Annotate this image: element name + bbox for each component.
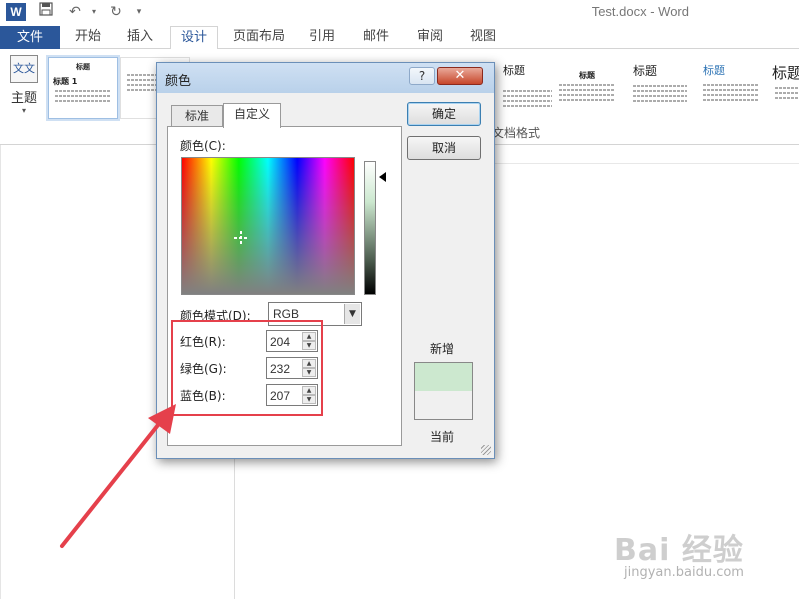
tab-layout[interactable]: 页面布局 (226, 26, 292, 49)
tab-view[interactable]: 视图 (461, 26, 505, 49)
new-color-label: 新增 (430, 342, 455, 356)
close-button[interactable]: ✕ (437, 67, 483, 85)
annotation-highlight-box (171, 320, 323, 416)
themes-icon: 文文 (10, 55, 38, 83)
chevron-down-icon: ▾ (21, 106, 26, 115)
cancel-button[interactable]: 取消 (407, 136, 481, 160)
current-color-swatch (415, 391, 472, 419)
thumb-title: 标题 (772, 64, 799, 82)
luminance-slider[interactable] (364, 161, 376, 295)
watermark-url: jingyan.baidu.com (624, 565, 744, 580)
thumb-title: 标题 (703, 64, 725, 77)
tab-mailings[interactable]: 邮件 (354, 26, 398, 49)
themes-button[interactable]: 文文 主题 ▾ (6, 53, 42, 123)
dialog-title-bar[interactable]: 颜色 ? ✕ (157, 63, 494, 93)
tab-custom[interactable]: 自定义 (223, 103, 281, 128)
document-title: Test.docx - Word (591, 4, 689, 19)
baidu-watermark: Bai 经验 jingyan.baidu.com (614, 525, 744, 580)
style-set-4[interactable]: 标题 (552, 57, 622, 119)
crosshair-icon[interactable] (234, 231, 248, 245)
help-button[interactable]: ? (409, 67, 435, 85)
tab-standard[interactable]: 标准 (171, 105, 223, 127)
style-set-5[interactable]: 标题 (626, 57, 694, 119)
thumb-heading: 标题 (76, 63, 90, 71)
ribbon-tabs: 文件 开始 插入 设计 页面布局 引用 邮件 审阅 视图 (0, 26, 799, 50)
chevron-down-icon[interactable]: ▼ (344, 304, 360, 324)
tab-insert[interactable]: 插入 (118, 26, 162, 49)
style-set-7[interactable]: 标题 (768, 57, 799, 119)
divider (0, 145, 1, 599)
thumb-title: 标题 (579, 71, 595, 80)
tab-review[interactable]: 审阅 (408, 26, 452, 49)
new-color-swatch (415, 363, 472, 391)
style-set-6[interactable]: 标题 (696, 57, 766, 119)
dialog-title: 颜色 (165, 74, 192, 89)
thumb-subheading: 标题 1 (53, 77, 78, 86)
watermark-brand: Bai 经验 (614, 533, 744, 568)
group-label-document-formatting: 文档格式 (492, 126, 541, 140)
thumb-title: 标题 (633, 64, 658, 78)
style-set-default[interactable]: 标题 标题 1 (48, 57, 118, 119)
themes-label: 主题 (10, 91, 37, 106)
resize-grip-icon[interactable] (481, 445, 491, 455)
luminance-pointer-icon[interactable] (379, 172, 386, 182)
current-color-label: 当前 (430, 430, 455, 444)
tab-file[interactable]: 文件 (0, 26, 60, 49)
tab-references[interactable]: 引用 (300, 26, 344, 49)
color-spectrum-picker[interactable] (181, 157, 355, 295)
title-bar: W ↶ ▾ ↻ ▾ Test.docx - Word (0, 0, 799, 26)
ok-button[interactable]: 确定 (407, 102, 481, 126)
tab-design[interactable]: 设计 (170, 26, 218, 50)
color-mode-value: RGB (273, 307, 300, 321)
colors-label: 颜色(C): (180, 139, 226, 153)
color-preview (414, 362, 473, 420)
tab-home[interactable]: 开始 (66, 26, 110, 49)
